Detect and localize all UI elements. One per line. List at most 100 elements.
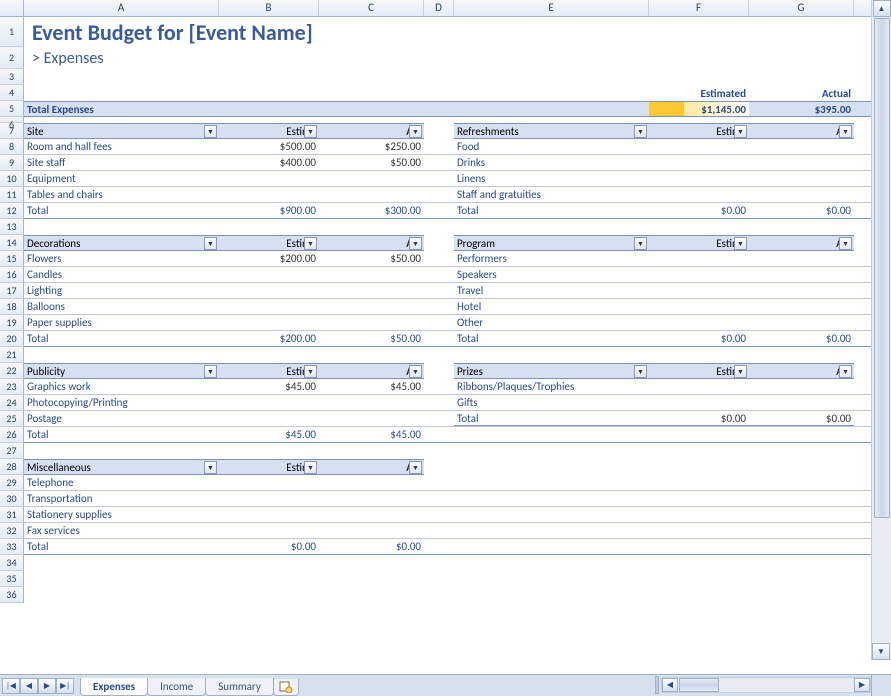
line-item[interactable]: Ribbons/Plaques/Trophies (454, 379, 649, 394)
line-item[interactable]: Tables and chairs (24, 187, 219, 202)
row-header[interactable]: 3 (0, 69, 24, 85)
tab-nav-prev[interactable]: ◀ (20, 678, 38, 694)
category-header-est[interactable]: Estima▼ (219, 363, 319, 379)
filter-dropdown-icon[interactable]: ▼ (734, 365, 747, 378)
category-header-est[interactable]: Estima▼ (649, 363, 749, 379)
scroll-right-button[interactable]: ▶ (854, 678, 870, 692)
filter-dropdown-icon[interactable]: ▼ (839, 365, 852, 378)
line-item[interactable]: Site staff (24, 155, 219, 170)
row-header[interactable]: 28 (0, 459, 24, 475)
line-item[interactable]: Gifts (454, 395, 649, 410)
new-sheet-button[interactable] (273, 679, 299, 696)
tab-nav-first[interactable]: |◀ (2, 678, 20, 694)
filter-dropdown-icon[interactable]: ▼ (409, 461, 422, 474)
filter-dropdown-icon[interactable]: ▼ (409, 365, 422, 378)
line-item[interactable]: Paper supplies (24, 315, 219, 330)
line-act[interactable]: $50.00 (319, 155, 424, 170)
line-item[interactable]: Hotel (454, 299, 649, 314)
category-header-refreshments[interactable]: Refreshments▼ (454, 123, 649, 139)
row-header[interactable]: 33 (0, 539, 24, 555)
category-header-act[interactable]: Act▼ (319, 459, 424, 475)
line-item[interactable]: Other (454, 315, 649, 330)
row-header[interactable]: 24 (0, 395, 24, 411)
filter-dropdown-icon[interactable]: ▼ (839, 237, 852, 250)
row-header[interactable]: 34 (0, 555, 24, 571)
tab-split-handle[interactable] (655, 676, 659, 694)
row-header[interactable]: 13 (0, 219, 24, 235)
row-header[interactable]: 17 (0, 283, 24, 299)
row-header[interactable]: 21 (0, 347, 24, 363)
row-header[interactable]: 2 (0, 47, 24, 69)
line-item[interactable]: Lighting (24, 283, 219, 298)
filter-dropdown-icon[interactable]: ▼ (204, 125, 217, 138)
line-item[interactable]: Equipment (24, 171, 219, 186)
line-item[interactable]: Flowers (24, 251, 219, 266)
col-header-A[interactable]: A (24, 0, 219, 16)
tab-summary[interactable]: Summary (205, 678, 274, 696)
vertical-scrollbar[interactable]: ▲ ▼ (871, 0, 891, 660)
scroll-thumb[interactable] (679, 678, 719, 692)
tab-nav-last[interactable]: ▶| (56, 678, 74, 694)
line-item[interactable]: Postage (24, 411, 219, 426)
category-header-decorations[interactable]: Decorations▼ (24, 235, 219, 251)
filter-dropdown-icon[interactable]: ▼ (409, 125, 422, 138)
line-item[interactable]: Stationery supplies (24, 507, 219, 522)
line-item[interactable]: Food (454, 139, 649, 154)
row-header[interactable]: 29 (0, 475, 24, 491)
row-header[interactable]: 23 (0, 379, 24, 395)
filter-dropdown-icon[interactable]: ▼ (409, 237, 422, 250)
row-header[interactable]: 4 (0, 85, 24, 101)
line-item[interactable]: Telephone (24, 475, 219, 490)
tab-nav-next[interactable]: ▶ (38, 678, 56, 694)
line-item[interactable]: Balloons (24, 299, 219, 314)
row-header[interactable]: 16 (0, 267, 24, 283)
filter-dropdown-icon[interactable]: ▼ (304, 365, 317, 378)
line-act[interactable] (749, 155, 854, 170)
resize-corner[interactable] (871, 674, 891, 696)
select-all-corner[interactable] (0, 0, 24, 17)
category-header-prizes[interactable]: Prizes▼ (454, 363, 649, 379)
filter-dropdown-icon[interactable]: ▼ (634, 365, 647, 378)
scroll-down-button[interactable]: ▼ (872, 643, 890, 660)
row-header[interactable]: 27 (0, 443, 24, 459)
row-header[interactable]: 14 (0, 235, 24, 251)
filter-dropdown-icon[interactable]: ▼ (734, 237, 747, 250)
line-est[interactable]: $400.00 (219, 155, 319, 170)
category-header-publicity[interactable]: Publicity▼ (24, 363, 219, 379)
category-header-act[interactable]: Act▼ (749, 363, 854, 379)
filter-dropdown-icon[interactable]: ▼ (204, 461, 217, 474)
row-header[interactable]: 22 (0, 363, 24, 379)
filter-dropdown-icon[interactable]: ▼ (634, 237, 647, 250)
category-header-act[interactable]: Act▼ (319, 235, 424, 251)
line-est[interactable]: $500.00 (219, 139, 319, 154)
col-header-B[interactable]: B (219, 0, 319, 16)
line-item[interactable]: Graphics work (24, 379, 219, 394)
category-header-act[interactable]: Act▼ (319, 123, 424, 139)
category-header-est[interactable]: Estima▼ (219, 459, 319, 475)
row-header[interactable]: 9 (0, 155, 24, 171)
category-header-site[interactable]: Site▼ (24, 123, 219, 139)
line-est[interactable]: $200.00 (219, 251, 319, 266)
scroll-left-button[interactable]: ◀ (662, 678, 678, 692)
filter-dropdown-icon[interactable]: ▼ (304, 461, 317, 474)
line-item[interactable]: Transportation (24, 491, 219, 506)
line-act[interactable]: $50.00 (319, 251, 424, 266)
line-item[interactable]: Room and hall fees (24, 139, 219, 154)
row-header[interactable]: 36 (0, 587, 24, 603)
line-act[interactable] (749, 139, 854, 154)
col-header-G[interactable]: G (749, 0, 854, 16)
tab-expenses[interactable]: Expenses (80, 678, 148, 696)
line-item[interactable]: Travel (454, 283, 649, 298)
row-header[interactable]: 5 (0, 101, 24, 117)
row-header[interactable]: 19 (0, 315, 24, 331)
row-header[interactable]: 31 (0, 507, 24, 523)
col-header-D[interactable]: D (424, 0, 454, 16)
filter-dropdown-icon[interactable]: ▼ (204, 365, 217, 378)
row-header[interactable]: 20 (0, 331, 24, 347)
line-item[interactable]: Drinks (454, 155, 649, 170)
line-item[interactable]: Photocopying/Printing (24, 395, 219, 410)
line-est[interactable]: $45.00 (219, 379, 319, 394)
row-header[interactable]: 1 (0, 17, 24, 47)
row-header[interactable]: 7 (0, 123, 24, 139)
category-header-est[interactable]: Estima▼ (219, 235, 319, 251)
